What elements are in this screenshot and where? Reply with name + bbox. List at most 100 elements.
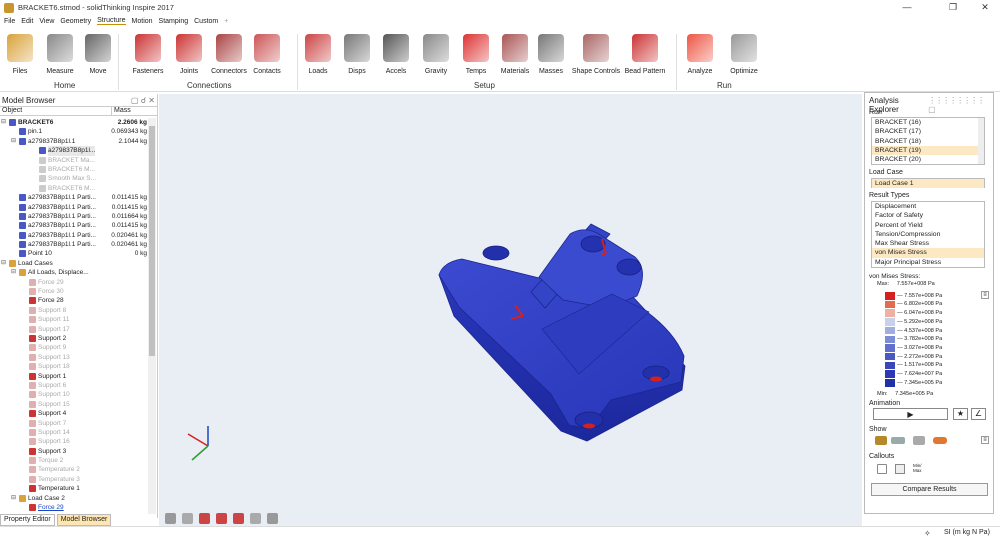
view-tool-icon[interactable] <box>216 513 227 524</box>
maximize-button[interactable]: ❐ <box>940 0 966 15</box>
tree-row[interactable]: Smooth Max S... <box>0 174 148 183</box>
ribbon-button-fasteners[interactable]: Fasteners <box>128 34 168 75</box>
tree-row[interactable]: a279837B8p1l.1 Parti... 0.011415 kg <box>0 193 148 202</box>
tree-row[interactable]: Force 30 <box>0 287 148 296</box>
tree-row[interactable]: a279837B8p1l.1 Parti... 0.011415 kg <box>0 221 148 230</box>
ribbon-button-move[interactable]: Move <box>78 34 118 75</box>
expand-toggle-icon[interactable]: ⊟ <box>11 137 16 146</box>
tree-row[interactable]: Support 13 <box>0 353 148 362</box>
menu-custom[interactable]: Custom <box>194 18 218 25</box>
menu-view[interactable]: View <box>39 18 54 25</box>
3d-viewport[interactable] <box>159 94 862 526</box>
tree-row[interactable]: a279837B8p1l.1 Parti... 0.011415 kg <box>0 203 148 212</box>
show-menu-icon[interactable]: ≡ <box>981 436 989 444</box>
ribbon-button-gravity[interactable]: Gravity <box>416 34 456 75</box>
column-object[interactable]: Object <box>0 107 112 115</box>
tree-row[interactable]: ⊟ BRACKET6 2.2606 kg <box>0 118 148 127</box>
show-model-icon[interactable] <box>875 436 887 445</box>
show-parts-icon[interactable] <box>913 436 925 445</box>
tree-row[interactable]: Support 6 <box>0 381 148 390</box>
ribbon-button-masses[interactable]: Masses <box>531 34 571 75</box>
tree-row[interactable]: Support 3 <box>0 447 148 456</box>
tree-row[interactable]: a279837B8p1l.1 Parti... 0.011664 kg <box>0 212 148 221</box>
ribbon-button-shape-controls[interactable]: Shape Controls <box>572 34 620 75</box>
menu-geometry[interactable]: Geometry <box>60 18 91 25</box>
view-tool-icon[interactable] <box>233 513 244 524</box>
result-type-item[interactable]: Major Principal Stress <box>872 258 984 267</box>
panel-grip-icon[interactable]: ⋮⋮⋮⋮⋮⋮⋮⋮ ▢ <box>928 96 989 114</box>
animation-settings-icon[interactable]: ★ <box>953 408 968 420</box>
tree-row[interactable]: Temperature 2 <box>0 465 148 474</box>
tree-row[interactable]: Torque 2 <box>0 456 148 465</box>
tree-row[interactable]: Support 7 <box>0 419 148 428</box>
menu-structure[interactable]: Structure <box>97 17 126 25</box>
tree-row[interactable]: Support 2 <box>0 334 148 343</box>
ribbon-button-measure[interactable]: Measure <box>40 34 80 75</box>
run-list-item[interactable]: BRACKET (16) <box>872 118 984 127</box>
run-list-item[interactable]: BRACKET (17) <box>872 127 984 136</box>
ribbon-button-files[interactable]: Files <box>0 34 40 75</box>
menu-motion[interactable]: Motion <box>132 18 153 25</box>
ribbon-button-loads[interactable]: Loads <box>298 34 338 75</box>
tree-row[interactable]: ⊟ Load Cases <box>0 259 148 268</box>
add-tab-button[interactable]: + <box>224 18 228 25</box>
view-tool-icon[interactable] <box>267 513 278 524</box>
load-case-selector[interactable]: Load Case 1 <box>871 178 985 189</box>
menu-stamping[interactable]: Stamping <box>159 18 189 25</box>
expand-toggle-icon[interactable]: ⊟ <box>11 268 16 277</box>
menu-file[interactable]: File <box>4 18 15 25</box>
result-type-item[interactable]: Tension/Compression <box>872 230 984 239</box>
callout-min-max-icon[interactable]: Min/ Max <box>913 463 922 473</box>
ribbon-button-materials[interactable]: Materials <box>495 34 535 75</box>
tree-row[interactable]: BRACKET6 M... <box>0 184 148 193</box>
tree-row[interactable]: ⊟ Load Case 2 <box>0 494 148 503</box>
tree-scrollbar[interactable] <box>148 118 156 514</box>
callout-probe-icon[interactable] <box>877 464 887 474</box>
expand-toggle-icon[interactable]: ⊟ <box>11 494 16 503</box>
ribbon-button-bead-pattern[interactable]: Bead Pattern <box>625 34 665 75</box>
result-type-item[interactable]: Factor of Safety <box>872 211 984 220</box>
minimize-button[interactable]: — <box>894 0 920 15</box>
menu-edit[interactable]: Edit <box>21 18 33 25</box>
column-mass[interactable]: Mass <box>112 107 131 115</box>
tree-row[interactable]: Force 29 <box>0 503 148 512</box>
ribbon-button-connectors[interactable]: Connectors <box>209 34 249 75</box>
legend-menu-icon[interactable]: ≡ <box>981 291 989 299</box>
ribbon-button-accels[interactable]: Accels <box>376 34 416 75</box>
run-list-item[interactable]: BRACKET (18) <box>872 137 984 146</box>
close-button[interactable]: ✕ <box>972 0 998 15</box>
run-list-item[interactable]: BRACKET (19) <box>872 145 984 156</box>
tree-row[interactable]: BRACKET6 M... <box>0 165 148 174</box>
result-type-item[interactable]: Percent of Yield <box>872 221 984 230</box>
tree-row[interactable]: a279837B8p1l.1 Parti... 0.020461 kg <box>0 240 148 249</box>
callout-list-icon[interactable] <box>895 464 905 474</box>
run-list-item[interactable]: BRACKET (20) <box>872 155 984 164</box>
tree-row[interactable]: Support 11 <box>0 315 148 324</box>
panel-controls[interactable]: ▢ ☌ ✕ <box>131 96 155 105</box>
play-button[interactable]: ▶ <box>873 408 948 420</box>
tree-row[interactable]: Support 8 <box>0 306 148 315</box>
result-types-list[interactable]: Displacement Factor of Safety Percent of Y… <box>871 201 985 268</box>
expand-toggle-icon[interactable]: ⊟ <box>1 259 6 268</box>
tab-model-browser[interactable]: Model Browser <box>56 514 112 526</box>
view-tool-icon[interactable] <box>250 513 261 524</box>
tree-row[interactable]: Force 28 <box>0 296 148 305</box>
tree-row[interactable]: Force 29 <box>0 278 148 287</box>
tab-property-editor[interactable]: Property Editor <box>0 514 55 526</box>
run-list-scrollbar[interactable] <box>978 118 984 164</box>
units-display[interactable]: SI (m kg N Pa) <box>944 529 990 536</box>
tree-row[interactable]: Point 10 0 kg <box>0 249 148 258</box>
ribbon-button-disps[interactable]: Disps <box>337 34 377 75</box>
view-tool-icon[interactable] <box>182 513 193 524</box>
result-type-item[interactable]: von Mises Stress <box>872 248 984 258</box>
compare-results-button[interactable]: Compare Results <box>871 483 988 496</box>
load-case-value[interactable]: Load Case 1 <box>872 179 984 189</box>
tree-row[interactable]: ⊟ All Loads, Displace... <box>0 268 148 277</box>
tree-row[interactable]: a279837B8p1l... <box>0 146 148 156</box>
tree-row[interactable]: Support 14 <box>0 428 148 437</box>
ribbon-button-contacts[interactable]: Contacts <box>247 34 287 75</box>
run-list[interactable]: BRACKET (16) BRACKET (17) BRACKET (18) BRAC… <box>871 117 985 165</box>
settings-icon[interactable]: ✧ <box>924 529 931 538</box>
tree-row[interactable]: Support 10 <box>0 390 148 399</box>
scrollbar-thumb[interactable] <box>149 126 155 356</box>
